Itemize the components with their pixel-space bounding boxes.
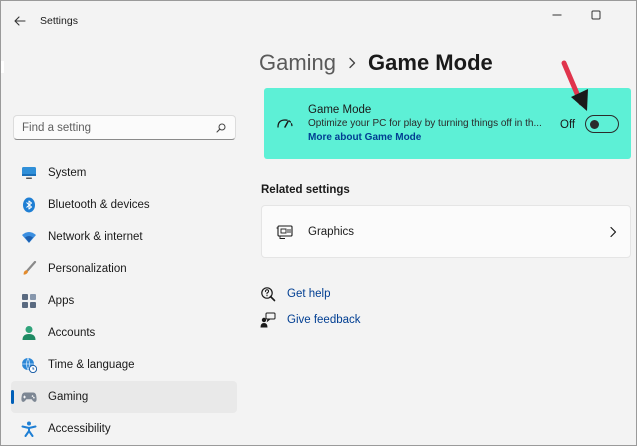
graphics-card-icon bbox=[276, 225, 293, 239]
sidebar-item-label: Gaming bbox=[48, 391, 89, 403]
related-settings-heading: Related settings bbox=[261, 184, 350, 196]
minimize-button[interactable] bbox=[542, 7, 572, 23]
sidebar-item-label: Apps bbox=[48, 295, 75, 307]
graphics-settings-link[interactable]: Graphics bbox=[261, 205, 631, 258]
sidebar-item-accessibility[interactable]: Accessibility bbox=[11, 413, 237, 445]
sidebar-item-time-language[interactable]: Time & language bbox=[11, 349, 237, 381]
maximize-button[interactable] bbox=[581, 7, 611, 23]
help-icon bbox=[260, 286, 276, 302]
chevron-right-icon bbox=[610, 226, 617, 238]
apps-icon bbox=[21, 293, 37, 309]
give-feedback-label: Give feedback bbox=[287, 314, 361, 326]
minimize-icon bbox=[552, 14, 562, 16]
sidebar-item-personalization[interactable]: Personalization bbox=[11, 253, 237, 285]
search-icon[interactable] bbox=[215, 122, 227, 134]
get-help-label: Get help bbox=[287, 288, 331, 300]
annotation-arrow-icon bbox=[561, 60, 588, 111]
sidebar-item-system[interactable]: System bbox=[11, 157, 237, 189]
sidebar-item-bluetooth[interactable]: Bluetooth & devices bbox=[11, 189, 237, 221]
sidebar-nav: System Bluetooth & devices Network & int… bbox=[11, 157, 237, 445]
chevron-right-icon bbox=[348, 57, 356, 69]
game-mode-description: Optimize your PC for play by turning thi… bbox=[308, 118, 542, 129]
sidebar-item-label: Network & internet bbox=[48, 231, 143, 243]
toggle-state-label: Off bbox=[560, 119, 576, 131]
game-mode-title: Game Mode bbox=[308, 104, 372, 116]
search-box[interactable]: Find a setting bbox=[13, 115, 236, 140]
maximize-icon bbox=[591, 10, 601, 20]
speedometer-icon bbox=[277, 119, 293, 128]
breadcrumb-parent[interactable]: Gaming bbox=[259, 50, 336, 76]
toggle-knob bbox=[590, 119, 599, 129]
sidebar-item-label: Accounts bbox=[48, 327, 96, 339]
title-bar: Settings bbox=[1, 1, 636, 41]
globe-clock-icon bbox=[21, 357, 37, 373]
sidebar-item-accounts[interactable]: Accounts bbox=[11, 317, 237, 349]
accessibility-icon bbox=[21, 421, 37, 437]
breadcrumb: Gaming Game Mode bbox=[259, 47, 493, 79]
sidebar-item-label: Bluetooth & devices bbox=[48, 199, 150, 211]
bluetooth-icon bbox=[21, 197, 37, 213]
get-help-link[interactable]: Get help bbox=[260, 286, 330, 302]
brush-icon bbox=[21, 261, 37, 277]
wifi-icon bbox=[21, 229, 37, 245]
sidebar-item-label: Time & language bbox=[48, 359, 135, 371]
settings-window: Settings Find a setting System Bluetooth… bbox=[0, 0, 637, 446]
related-item-label: Graphics bbox=[308, 226, 355, 238]
sidebar-item-label: Accessibility bbox=[48, 423, 111, 435]
sidebar-item-label: Personalization bbox=[48, 263, 127, 275]
feedback-icon bbox=[260, 312, 276, 328]
arrow-left-icon bbox=[14, 16, 26, 26]
monitor-icon bbox=[21, 165, 37, 181]
gamepad-icon bbox=[21, 389, 37, 405]
app-title: Settings bbox=[40, 15, 78, 27]
page-title: Game Mode bbox=[368, 50, 493, 75]
sidebar-item-gaming[interactable]: Gaming bbox=[11, 381, 237, 413]
sidebar-item-label: System bbox=[48, 167, 87, 179]
give-feedback-link[interactable]: Give feedback bbox=[260, 312, 361, 328]
more-about-game-mode-link[interactable]: More about Game Mode bbox=[308, 132, 421, 143]
back-button[interactable] bbox=[11, 13, 29, 29]
person-icon bbox=[21, 325, 37, 341]
window-edge-artifact bbox=[1, 61, 4, 73]
sidebar-item-apps[interactable]: Apps bbox=[11, 285, 237, 317]
sidebar-item-network[interactable]: Network & internet bbox=[11, 221, 237, 253]
search-placeholder: Find a setting bbox=[22, 121, 92, 134]
